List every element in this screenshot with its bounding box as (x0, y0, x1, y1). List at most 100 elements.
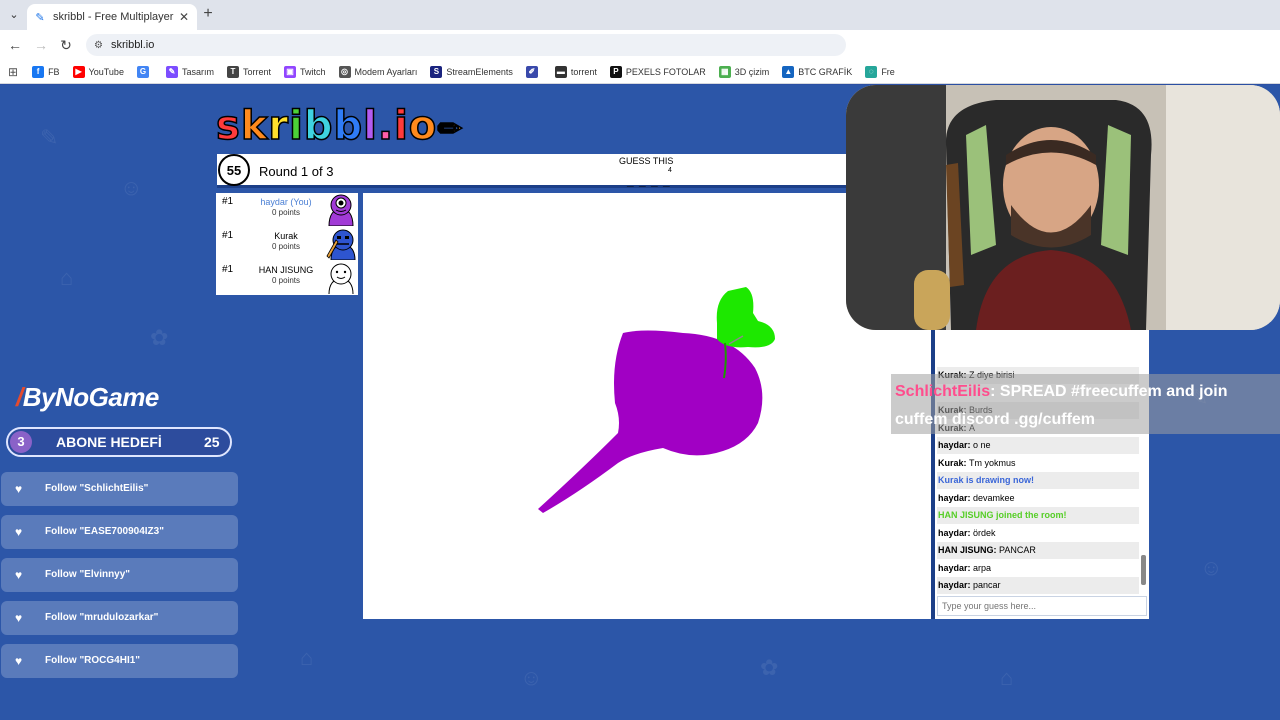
follow-text: Follow "mrudulozarkar" (45, 612, 159, 623)
doodle-decoration: ⌂ (1000, 665, 1014, 690)
player-points: 0 points (271, 208, 301, 217)
follow-text: Follow "EASE700904IZ3" (45, 526, 164, 537)
goal-current: 3 (10, 431, 32, 453)
player-list: #1 haydar (You) 0 points #1 Kurak 0 poin… (216, 193, 358, 295)
player-rank: #1 (222, 196, 234, 207)
chat-message: haydar: o ne (937, 437, 1139, 454)
bookmark-item[interactable]: S StreamElements (430, 65, 513, 78)
doodle-decoration: ☺ (1200, 555, 1223, 580)
torrent2-icon: ▬ (554, 65, 567, 78)
heart-icon: ♥ (15, 568, 23, 582)
webcam-scene (846, 85, 1280, 330)
bookmark-item[interactable]: ▣ Twitch (283, 65, 326, 78)
address-bar[interactable]: ⚙ skribbl.io (86, 34, 846, 56)
facebook-icon: f (32, 65, 45, 78)
back-arrow-icon[interactable]: ← (6, 36, 24, 54)
site-info-icon[interactable]: ⚙ (94, 40, 103, 51)
bookmark-item[interactable]: f FB (32, 65, 60, 78)
round-timer: 55 (218, 154, 250, 186)
google-icon: G (136, 65, 149, 78)
player-points: 0 points (271, 276, 301, 285)
bookmark-item[interactable]: ✐ (525, 65, 542, 78)
bookmark-label: Fre (881, 66, 895, 77)
bookmark-label: torrent (570, 66, 597, 77)
chat-scrollbar[interactable] (1141, 555, 1146, 585)
torrent-icon: T (226, 65, 239, 78)
player-row[interactable]: #1 Kurak 0 points (216, 227, 358, 261)
bookmark-item[interactable]: ✎ Tasarım (165, 65, 214, 78)
tab-close-icon[interactable]: ✕ (177, 10, 191, 24)
word-length: 4 (668, 167, 672, 174)
chat-message: haydar: devamkee (937, 490, 1139, 507)
bookmark-item[interactable]: ▬ torrent (554, 65, 597, 78)
bookmark-label: PEXELS FOTOLAR (625, 66, 706, 77)
heart-icon: ♥ (15, 611, 23, 625)
follow-alert: ♥ Follow "EASE700904IZ3" (1, 515, 238, 549)
doodle-decoration: ⌂ (300, 645, 314, 670)
new-tab-button[interactable]: + (200, 6, 216, 22)
browser-tab[interactable]: ✎ skribbl - Free Multiplayer Draw ✕ (27, 4, 197, 30)
chat-message: HAN JISUNG joined the room! (937, 507, 1139, 524)
follow-alert: ♥ Follow "ROCG4HI1" (1, 644, 238, 678)
player-row[interactable]: #1 HAN JISUNG 0 points (216, 261, 358, 295)
bookmark-item[interactable]: ▦ 3D çizim (718, 65, 770, 78)
tasarim-icon: ✎ (165, 65, 178, 78)
tab-search-icon[interactable]: ⌄ (4, 6, 24, 24)
bookmark-label: BTC GRAFİK (798, 66, 853, 77)
player-row[interactable]: #1 haydar (You) 0 points (216, 193, 358, 227)
youtube-icon: ▶ (72, 65, 85, 78)
chat-text: Tm yokmus (969, 457, 1016, 468)
bookmark-label: Twitch (299, 66, 326, 77)
bookmark-item[interactable]: ◌ Fre (865, 65, 895, 78)
doodle-decoration: ☺ (520, 665, 543, 690)
chat-message: HAN JISUNG: PANCAR (937, 542, 1139, 559)
tab-title: skribbl - Free Multiplayer Draw (53, 11, 177, 23)
brand-name: ByNoGame (22, 382, 160, 412)
chat-text: PANCAR (999, 545, 1036, 555)
bookmark-label: Torrent (242, 66, 271, 77)
guess-label: GUESS THIS (619, 156, 674, 166)
bookmark-label: FB (48, 66, 60, 77)
globe-icon: ◎ (338, 65, 351, 78)
doodle-decoration: ⌂ (60, 265, 74, 290)
chat-text: devamkee (973, 492, 1015, 503)
chat-message: Kurak is drawing now! (937, 472, 1139, 489)
alarm-clock-icon: 55 (217, 148, 251, 186)
player-name: Kurak (274, 231, 298, 241)
chat-author: haydar (938, 527, 968, 538)
reload-icon[interactable]: ↻ (57, 36, 75, 54)
heart-icon: ♥ (15, 654, 23, 668)
apps-grid-icon[interactable]: ⊞ (8, 65, 18, 79)
bookmark-item[interactable]: ▶ YouTube (72, 65, 124, 78)
bookmark-label: 3D çizim (734, 66, 770, 77)
skribbl-logo: skribbl.io✏ (215, 102, 464, 150)
chat-system-text: Kurak is drawing now! (938, 475, 1035, 485)
bookmark-item[interactable]: ▲ BTC GRAFİK (782, 65, 853, 78)
follow-text: Follow "SchlichtEilis" (45, 483, 149, 494)
feather-icon: ✐ (525, 65, 538, 78)
player-rank: #1 (222, 230, 234, 241)
guess-input[interactable] (937, 596, 1147, 616)
follow-alert: ♥ Follow "mrudulozarkar" (1, 601, 238, 635)
bookmark-item[interactable]: ◎ Modem Ayarları (338, 65, 417, 78)
player-name: HAN JISUNG (258, 265, 314, 275)
chat-message: haydar: arpa (937, 560, 1139, 577)
forward-arrow-icon[interactable]: → (32, 36, 50, 54)
bookmark-item[interactable]: P PEXELS FOTOLAR (609, 65, 706, 78)
chart-icon: ▲ (782, 65, 795, 78)
player-name: haydar (You) (260, 197, 312, 207)
bookmark-item[interactable]: G (136, 65, 153, 78)
bookmark-item[interactable]: T Torrent (226, 65, 271, 78)
follow-alert: ♥ Follow "SchlichtEilis" (1, 472, 238, 506)
webcam-feed (846, 85, 1280, 330)
chat-author: HAN JISUNG (938, 545, 994, 555)
heart-icon: ♥ (15, 482, 23, 496)
player-avatar-blue-drawing (326, 229, 356, 260)
chat-message: haydar: pancar (937, 577, 1139, 594)
grid-icon: ▦ (718, 65, 731, 78)
goal-label: ABONE HEDEFİ (56, 434, 162, 450)
free-icon: ◌ (865, 65, 878, 78)
pexels-icon: P (609, 65, 622, 78)
goal-target: 25 (204, 434, 220, 450)
doodle-decoration: ✎ (40, 125, 59, 150)
